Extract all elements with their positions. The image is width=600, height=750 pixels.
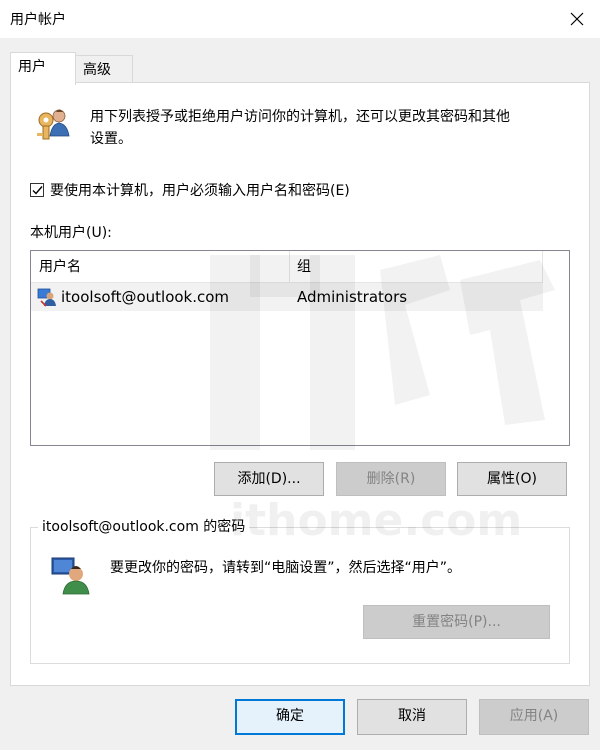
username-cell: itoolsoft@outlook.com [61,288,230,306]
tab-advanced-label: 高级 [83,62,111,78]
password-groupbox-title: itoolsoft@outlook.com 的密码 [38,516,250,538]
reset-password-button[interactable]: 重置密码(P)... [363,605,550,639]
require-password-checkbox[interactable] [30,183,44,197]
intro-text: 用下列表授予或拒绝用户访问你的计算机，还可以更改其密码和其他 设置。 [90,106,570,150]
window-title: 用户帐户 [10,12,66,28]
column-header-group[interactable]: 组 [289,251,543,283]
checkmark-icon [32,185,43,195]
user-monitor-icon [51,557,90,595]
tab-users[interactable]: 用户 [10,52,76,85]
close-button[interactable] [554,0,600,38]
title-bar: 用户帐户 [0,0,600,38]
users-list-label: 本机用户(U): [30,225,112,241]
column-header-username[interactable]: 用户名 [31,251,289,283]
tab-users-label: 用户 [18,59,46,75]
table-row[interactable]: itoolsoft@outlook.com Administrators [31,283,543,311]
remove-user-button[interactable]: 删除(R) [336,462,446,496]
listview-header: 用户名 组 [31,251,543,283]
apply-button[interactable]: 应用(A) [479,699,589,735]
require-password-label: 要使用本计算机，用户必须输入用户名和密码(E) [50,183,350,199]
properties-button[interactable]: 属性(O) [457,462,567,496]
password-groupbox [30,527,570,664]
intro-text-line1: 用下列表授予或拒绝用户访问你的计算机，还可以更改其密码和其他 [90,109,510,125]
require-password-checkbox-row[interactable]: 要使用本计算机，用户必须输入用户名和密码(E) [30,180,350,200]
tab-advanced[interactable]: 高级 [75,55,133,85]
user-account-icon [37,288,56,307]
users-listview[interactable]: 用户名 组 itoolsoft@outlook.com Administrato… [30,250,570,446]
close-icon [570,12,584,26]
ok-button[interactable]: 确定 [235,699,345,735]
intro-text-line2: 设置。 [90,131,132,147]
cancel-button[interactable]: 取消 [357,699,467,735]
group-cell: Administrators [297,288,408,306]
column-divider[interactable] [542,251,543,283]
password-info-text: 要更改你的密码，请转到“电脑设置”，然后选择“用户”。 [110,560,462,576]
add-user-button[interactable]: 添加(D)... [214,462,324,496]
users-keys-icon [37,109,70,140]
